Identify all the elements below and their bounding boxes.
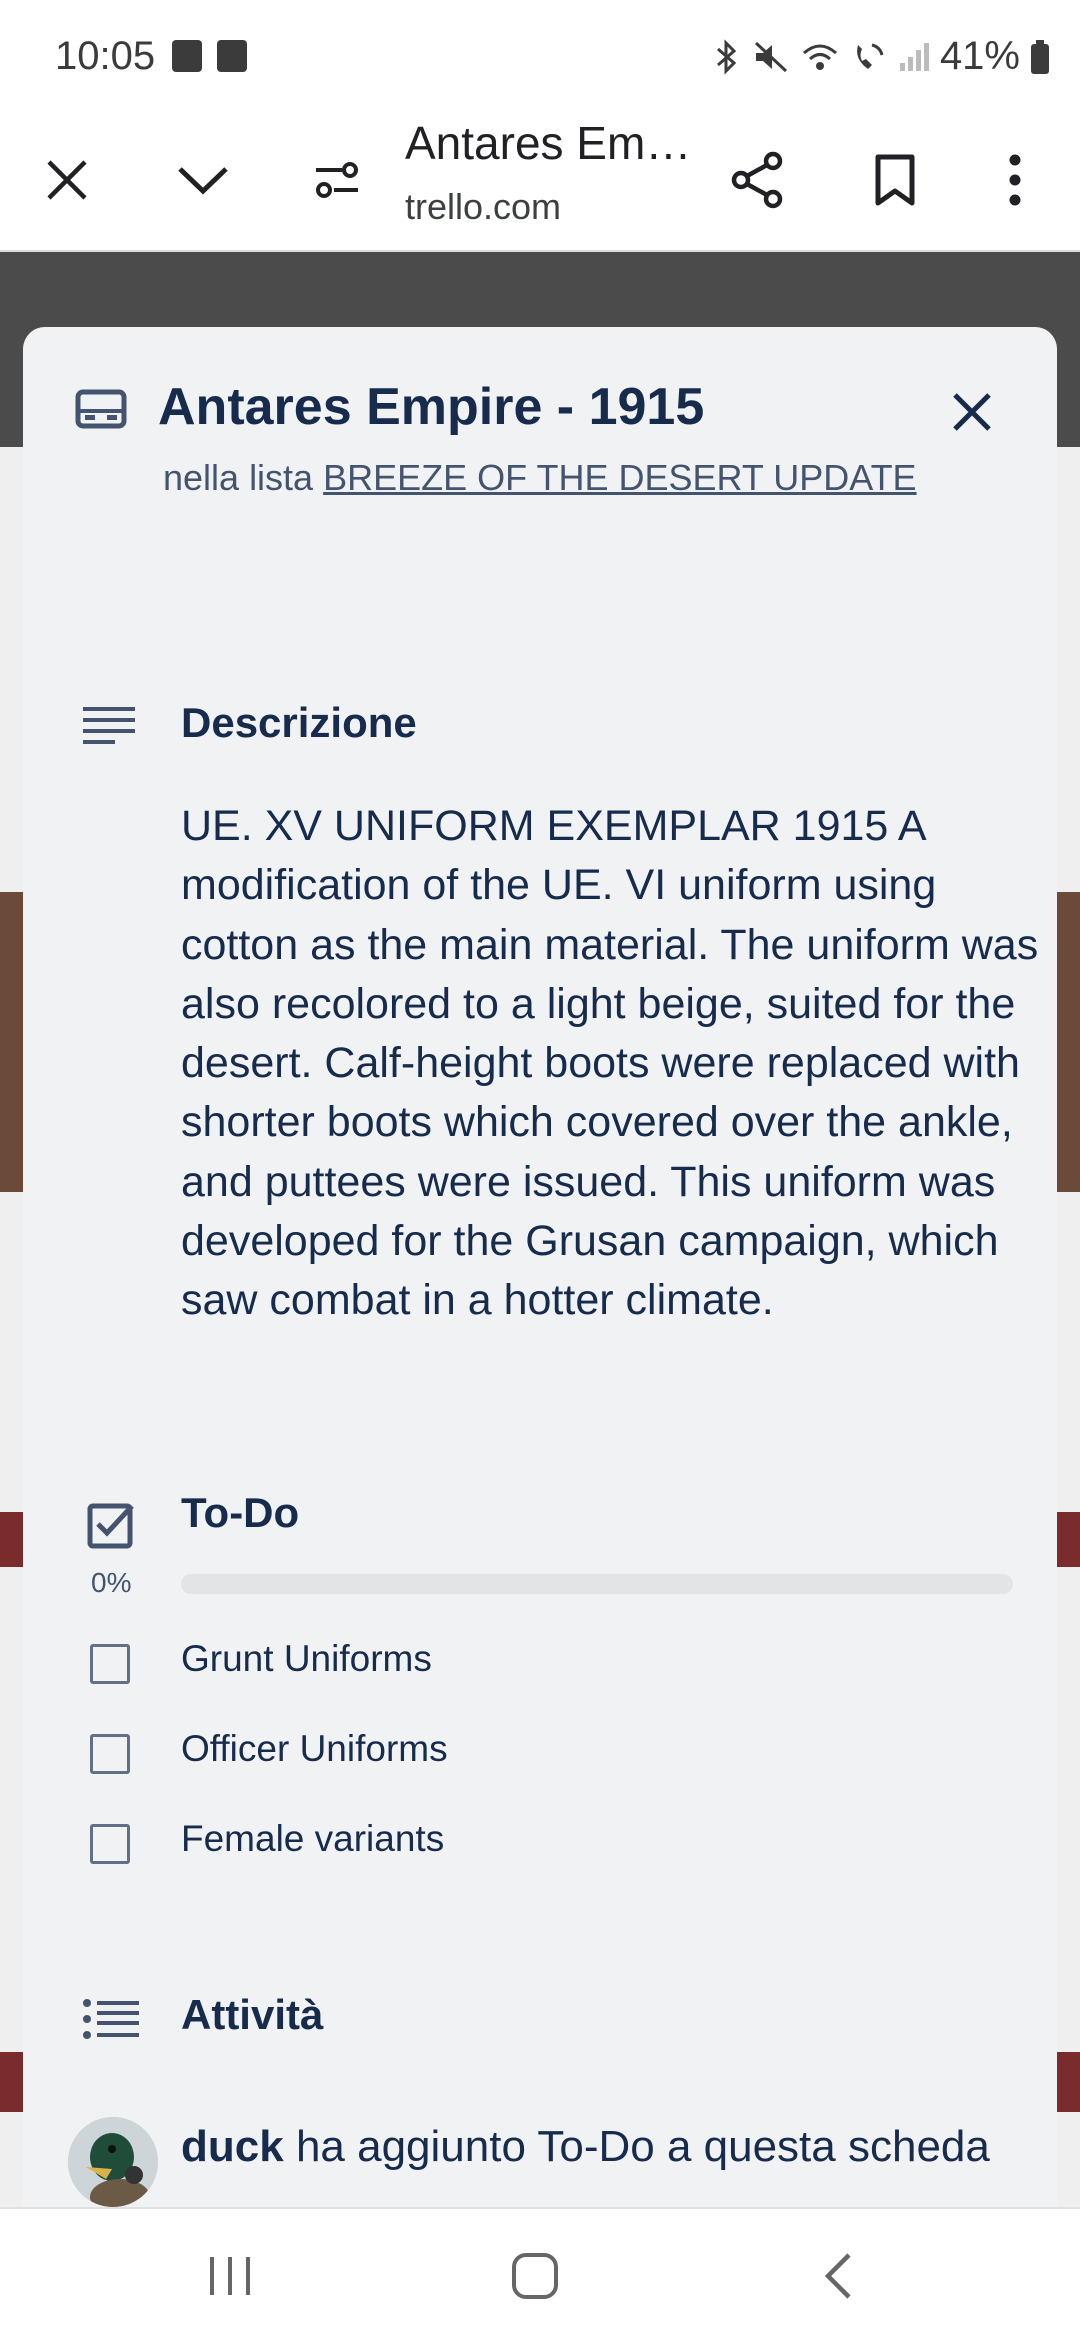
- description-text[interactable]: UE. XV UNIFORM EXEMPLAR 1915 A modificat…: [181, 797, 1041, 1331]
- bluetooth-icon: [716, 38, 737, 75]
- minimize-button[interactable]: [148, 110, 258, 250]
- back-icon: [824, 2252, 851, 2299]
- description-heading: Descrizione: [181, 699, 417, 746]
- notification-icon: [172, 40, 202, 72]
- activity-heading: Attività: [181, 1991, 324, 2038]
- bookmark-button[interactable]: [840, 110, 950, 250]
- list-info: nella lista BREEZE OF THE DESERT UPDATE: [163, 457, 917, 499]
- wifi-icon: [802, 44, 837, 70]
- card-title: Antares Empire - 1915: [158, 378, 705, 436]
- card-icon: [75, 389, 127, 434]
- more-options-button[interactable]: [960, 110, 1070, 250]
- checklist-item-label[interactable]: Officer Uniforms: [181, 1728, 448, 1770]
- status-time: 10:05: [55, 34, 156, 78]
- page-url: trello.com: [405, 186, 562, 227]
- page-settings-button[interactable]: [282, 110, 392, 250]
- signal-icon: [899, 42, 929, 71]
- more-vertical-icon: [1009, 154, 1021, 206]
- status-icons: 41%: [712, 34, 1050, 79]
- battery-icon: [1031, 39, 1049, 74]
- checklist-heading: To-Do: [181, 1489, 300, 1536]
- home-icon: [512, 2252, 558, 2299]
- browser-toolbar: Antares Empire - 1915 trello.com: [0, 110, 1080, 252]
- status-bar: 10:05 41%: [0, 0, 1080, 110]
- wifi-call-icon: [857, 43, 884, 69]
- checklist-item[interactable]: Female variants: [90, 1818, 990, 1894]
- activity-entry: duck ha aggiunto To-Do a questa scheda: [181, 2117, 1021, 2177]
- bookmark-icon: [875, 154, 915, 206]
- checklist-progress-bar: [181, 1574, 1013, 1594]
- checkbox[interactable]: [90, 1644, 130, 1684]
- avatar[interactable]: [68, 2117, 158, 2207]
- close-icon: [953, 393, 991, 431]
- recent-apps-icon: [210, 2256, 250, 2295]
- close-card-button[interactable]: [937, 377, 1007, 447]
- checklist-item[interactable]: Grunt Uniforms: [90, 1638, 990, 1714]
- checklist-item-label[interactable]: Grunt Uniforms: [181, 1638, 432, 1680]
- recent-apps-button[interactable]: [160, 2209, 300, 2342]
- activity-icon: [83, 1999, 139, 2044]
- activity-user[interactable]: duck: [181, 2122, 284, 2171]
- page-title: Antares Empire - 1915: [405, 117, 695, 169]
- list-link[interactable]: BREEZE OF THE DESERT UPDATE: [323, 457, 916, 498]
- duck-avatar-image: [68, 2117, 158, 2207]
- checklist-icon: [86, 1500, 136, 1555]
- home-button[interactable]: [465, 2209, 605, 2342]
- share-button[interactable]: [703, 110, 813, 250]
- checklist-progress-label: 0%: [91, 1567, 132, 1598]
- close-tab-button[interactable]: [12, 110, 122, 250]
- checkbox[interactable]: [90, 1734, 130, 1774]
- chevron-down-icon: [178, 167, 228, 195]
- checklist-item-label[interactable]: Female variants: [181, 1818, 444, 1860]
- list-prefix: nella lista: [163, 457, 314, 498]
- close-icon: [47, 160, 87, 200]
- activity-message: ha aggiunto To-Do a questa scheda: [295, 2122, 990, 2171]
- back-button[interactable]: [768, 2209, 908, 2342]
- gallery-icon: [217, 40, 247, 72]
- checklist-item[interactable]: Officer Uniforms: [90, 1728, 990, 1804]
- share-icon: [731, 151, 783, 209]
- mute-icon: [754, 41, 787, 72]
- checkbox[interactable]: [90, 1824, 130, 1864]
- description-icon: [83, 705, 135, 750]
- tune-icon: [316, 162, 358, 198]
- card-modal: Antares Empire - 1915 nella lista BREEZE…: [23, 327, 1057, 2207]
- battery-percent: 41%: [939, 34, 1020, 78]
- navigation-bar: [0, 2207, 1080, 2342]
